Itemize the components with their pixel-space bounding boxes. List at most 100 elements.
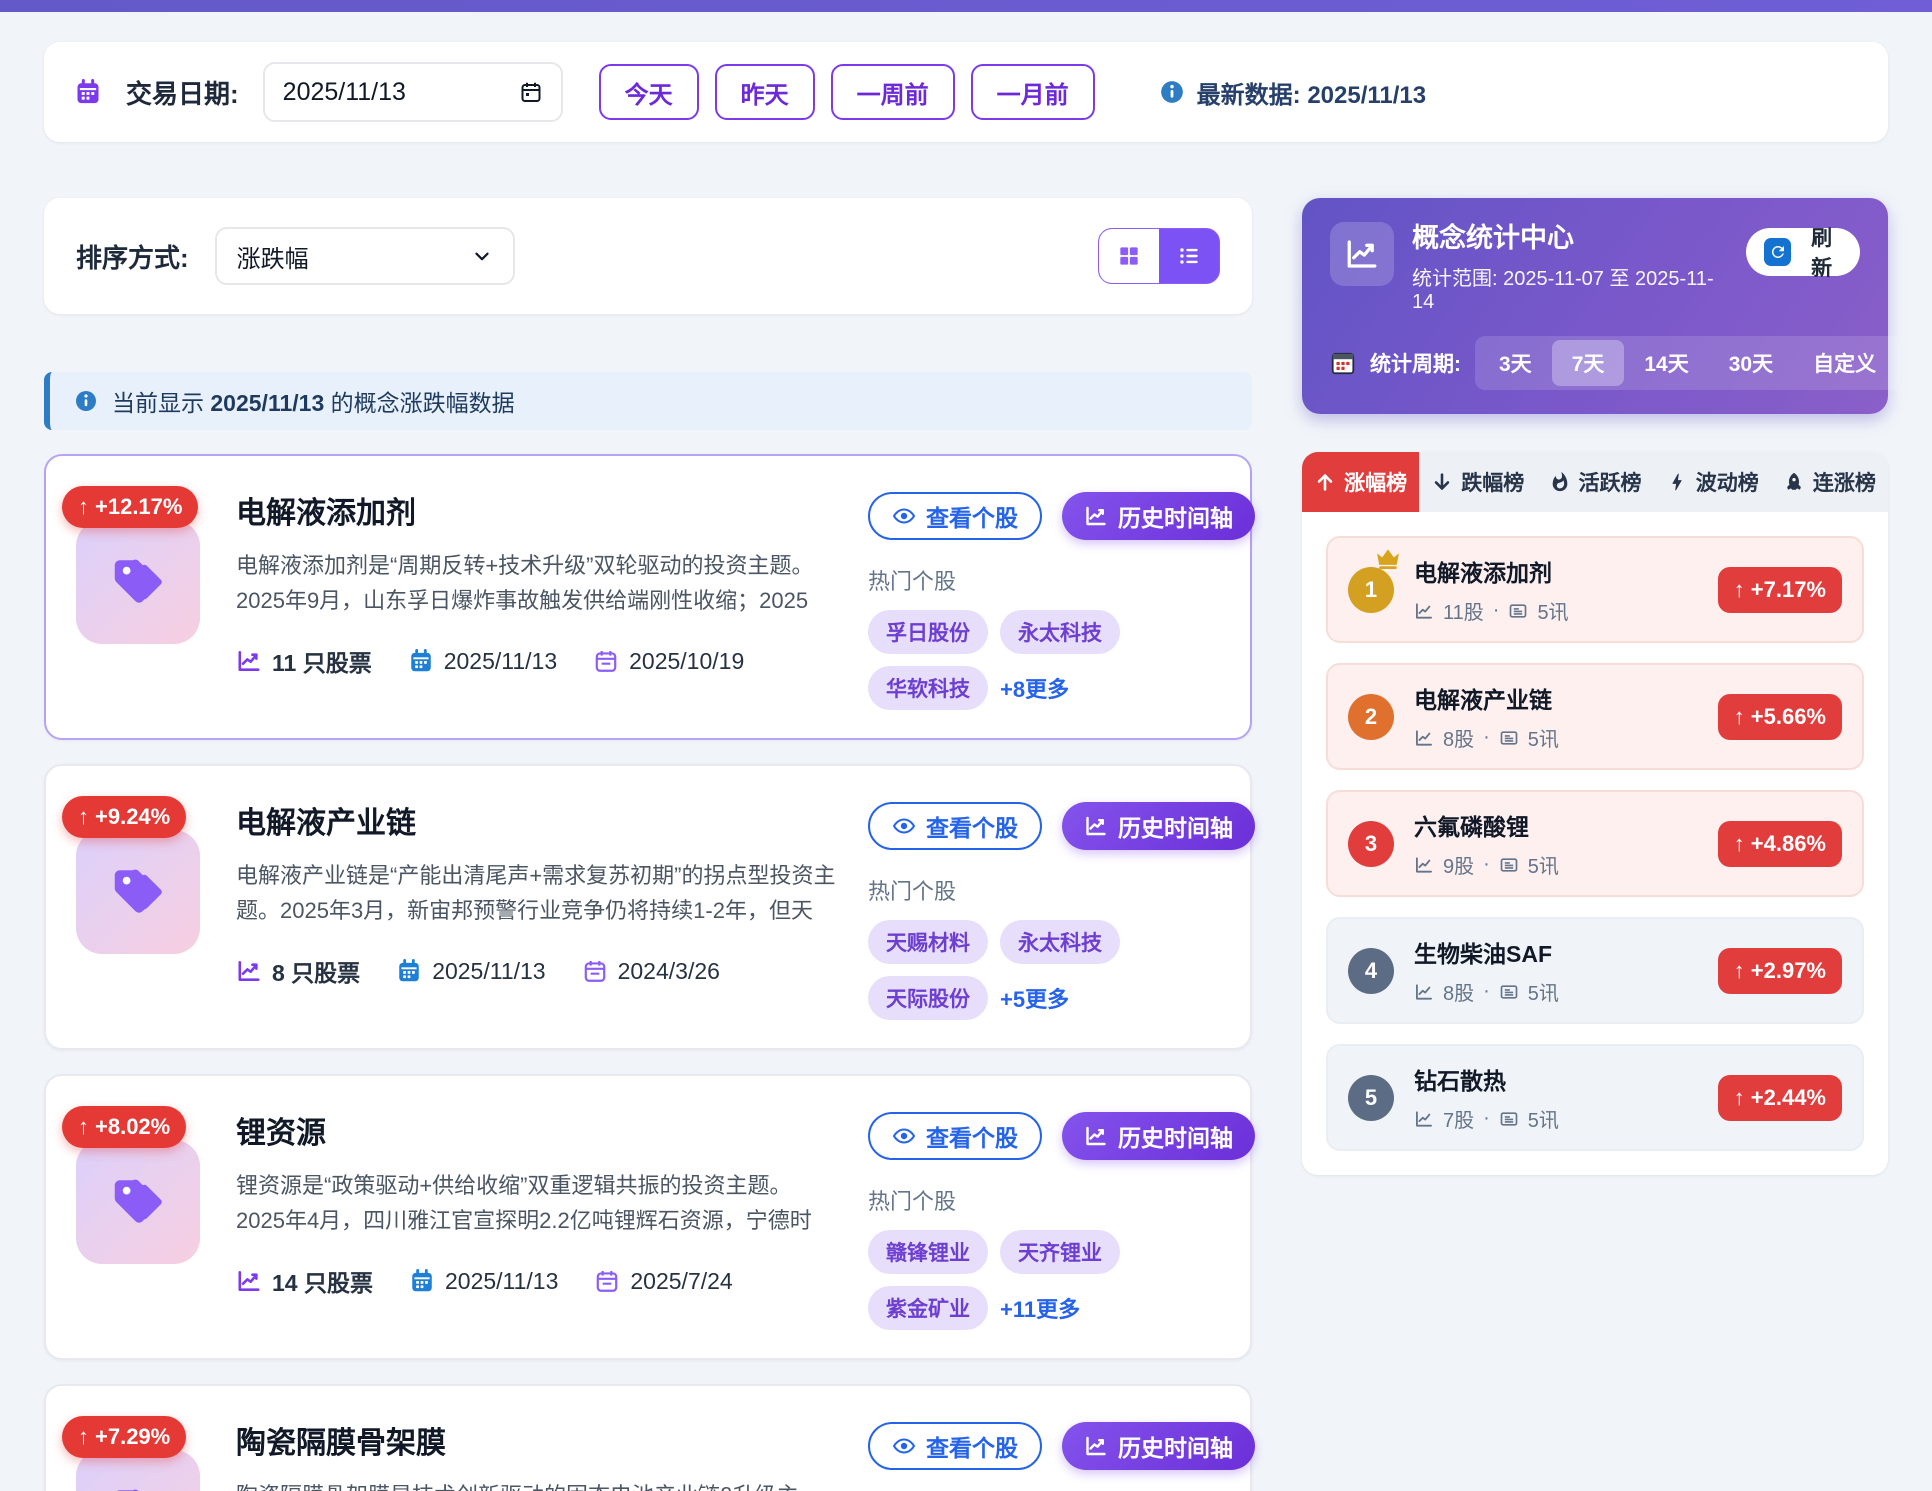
history-timeline-button[interactable]: 历史时间轴 — [1062, 492, 1255, 540]
chart-line-icon — [1414, 982, 1434, 1002]
history-timeline-label: 历史时间轴 — [1118, 809, 1233, 843]
ranking-tab-icon — [1549, 471, 1571, 493]
period-option[interactable]: 14天 — [1624, 340, 1708, 386]
stats-chart-icon — [1330, 222, 1394, 286]
hot-stock-tag[interactable]: 华软科技 — [868, 666, 988, 710]
concept-card: ↑ +12.17% 电解液添加剂 电解液添加剂是“周期反转+技术升级”双轮驱动的… — [44, 454, 1252, 740]
ranking-item[interactable]: 4 生物柴油SAF 8股 · 5讯 ↑ +2.97% — [1326, 917, 1864, 1024]
period-option[interactable]: 7天 — [1552, 340, 1625, 386]
concept-card: ↑ +7.29% 陶瓷隔膜骨架膜 陶瓷隔膜骨架膜是技术创新驱动的固态电池产业链β… — [44, 1384, 1252, 1491]
sort-select[interactable]: 涨跌幅 — [215, 227, 515, 285]
view-stocks-button[interactable]: 查看个股 — [868, 1422, 1042, 1470]
news-icon — [1499, 982, 1519, 1002]
list-view-button[interactable] — [1159, 229, 1219, 283]
period-option[interactable]: 自定义 — [1793, 340, 1896, 386]
hot-stocks-label: 热门个股 — [868, 874, 1220, 906]
ranking-tab-label: 波动榜 — [1696, 467, 1759, 497]
rank-info: 钻石散热 7股 · 5讯 — [1414, 1062, 1559, 1133]
ranking-tab[interactable]: 波动榜 — [1654, 452, 1771, 512]
refresh-button[interactable]: 刷新 — [1746, 228, 1860, 276]
ranking-tabs: 涨幅榜 跌幅榜 活跃榜 波动榜 连涨榜 — [1302, 452, 1888, 512]
hot-stock-tag[interactable]: 紫金矿业 — [868, 1286, 988, 1330]
rank-badge: 2 — [1348, 694, 1394, 740]
quick-date-button[interactable]: 一周前 — [831, 64, 955, 120]
view-stocks-button[interactable]: 查看个股 — [868, 802, 1042, 850]
up-arrow-icon: ↑ — [1734, 704, 1745, 730]
create-date-value: 2025/7/24 — [630, 1268, 732, 1295]
view-mode-toggle — [1098, 228, 1220, 284]
view-stocks-button[interactable]: 查看个股 — [868, 1112, 1042, 1160]
sidebar: 概念统计中心 统计范围: 2025-11-07 至 2025-11-14 刷新 — [1302, 198, 1888, 1175]
rank-badge: 5 — [1348, 1075, 1394, 1121]
chart-line-icon — [1414, 855, 1434, 875]
rank-stats: 7股 · 5讯 — [1414, 1104, 1559, 1133]
up-arrow-icon: ↑ — [1734, 1085, 1745, 1111]
concept-card-actions: 查看个股 历史时间轴 热门个股 赣锋锂业天齐锂业紫金矿业+11更多 — [868, 1104, 1220, 1330]
grid-view-button[interactable] — [1099, 229, 1159, 283]
hot-stock-tag[interactable]: 天赐材料 — [868, 920, 988, 964]
eye-icon — [892, 814, 916, 838]
rank-number: 1 — [1365, 577, 1377, 603]
concept-card-left: ↑ +7.29% — [76, 1414, 208, 1491]
dot-separator: · — [1483, 726, 1490, 749]
history-timeline-button[interactable]: 历史时间轴 — [1062, 1422, 1255, 1470]
latest-data-label: 最新数据: 2025/11/13 — [1197, 75, 1426, 110]
ranking-item[interactable]: 1 电解液添加剂 11股 · 5讯 ↑ +7.17% — [1326, 536, 1864, 643]
ranking-tab[interactable]: 活跃榜 — [1536, 452, 1653, 512]
concept-stats: 8 只股票 2025/11/13 2024/3/26 — [236, 954, 840, 988]
hot-stock-tag[interactable]: 天际股份 — [868, 976, 988, 1020]
quick-date-button[interactable]: 昨天 — [715, 64, 815, 120]
date-picker-icon[interactable] — [519, 80, 543, 104]
view-stocks-button[interactable]: 查看个股 — [868, 492, 1042, 540]
date-input[interactable]: 2025/11/13 — [263, 62, 563, 122]
ranking-tab[interactable]: 跌幅榜 — [1419, 452, 1536, 512]
rank-info: 电解液产业链 8股 · 5讯 — [1414, 681, 1559, 752]
quick-date-button[interactable]: 一月前 — [971, 64, 1095, 120]
hot-stock-tag[interactable]: 永太科技 — [1000, 610, 1120, 654]
more-stocks-link[interactable]: +11更多 — [1000, 1292, 1080, 1324]
history-timeline-button[interactable]: 历史时间轴 — [1062, 1112, 1255, 1160]
more-stocks-link[interactable]: +5更多 — [1000, 982, 1069, 1014]
rank-info: 电解液添加剂 11股 · 5讯 — [1414, 554, 1569, 625]
concept-card-left: ↑ +8.02% — [76, 1104, 208, 1330]
period-option[interactable]: 30天 — [1709, 340, 1793, 386]
ranking-tab[interactable]: 连涨榜 — [1771, 452, 1888, 512]
calendar-icon — [408, 648, 434, 674]
sort-card: 排序方式: 涨跌幅 — [44, 198, 1252, 314]
change-badge: ↑ +7.29% — [62, 1416, 186, 1458]
update-date-stat: 2025/11/13 — [408, 648, 557, 675]
chart-line-icon — [1414, 1109, 1434, 1129]
history-timeline-button[interactable]: 历史时间轴 — [1062, 802, 1255, 850]
rank-news-count: 5讯 — [1528, 1104, 1559, 1133]
up-arrow-icon: ↑ — [1734, 831, 1745, 857]
rank-change-value: +2.44% — [1751, 1085, 1826, 1111]
hot-stock-tag[interactable]: 孚日股份 — [868, 610, 988, 654]
news-icon — [1499, 1109, 1519, 1129]
view-stocks-label: 查看个股 — [926, 1119, 1018, 1153]
change-value: +7.29% — [95, 1424, 170, 1450]
hot-stock-tag[interactable]: 永太科技 — [1000, 920, 1120, 964]
ranking-item[interactable]: 2 电解液产业链 8股 · 5讯 ↑ +5.66% — [1326, 663, 1864, 770]
rank-change-value: +7.17% — [1751, 577, 1826, 603]
rank-change-pill: ↑ +2.44% — [1718, 1075, 1842, 1121]
rank-badge: 4 — [1348, 948, 1394, 994]
concept-thumbnail — [76, 830, 200, 954]
ranking-tab[interactable]: 涨幅榜 — [1302, 452, 1419, 512]
ranking-tab-icon — [1783, 471, 1805, 493]
ranking-item[interactable]: 5 钻石散热 7股 · 5讯 ↑ +2.44% — [1326, 1044, 1864, 1151]
ranking-item[interactable]: 3 六氟磷酸锂 9股 · 5讯 ↑ +4.86% — [1326, 790, 1864, 897]
quick-date-button[interactable]: 今天 — [599, 64, 699, 120]
more-stocks-link[interactable]: +8更多 — [1000, 672, 1069, 704]
period-calendar-icon — [1330, 350, 1356, 376]
rank-concept-name: 钻石散热 — [1414, 1062, 1559, 1096]
stock-count-value: 14 只股票 — [272, 1264, 373, 1298]
concept-card-actions: 查看个股 历史时间轴 热门个股 星源材质佛塑科技东峰集团+5更多 — [868, 1414, 1220, 1491]
tag-icon — [107, 1171, 169, 1233]
rank-change-pill: ↑ +2.97% — [1718, 948, 1842, 994]
hot-stock-tag[interactable]: 天齐锂业 — [1000, 1230, 1120, 1274]
up-arrow-icon: ↑ — [78, 804, 89, 830]
period-option[interactable]: 3天 — [1479, 340, 1552, 386]
concept-card: ↑ +9.24% 电解液产业链 电解液产业链是“产能出清尾声+需求复苏初期”的拐… — [44, 764, 1252, 1050]
hot-stock-tag[interactable]: 赣锋锂业 — [868, 1230, 988, 1274]
dot-separator: · — [1483, 853, 1490, 876]
